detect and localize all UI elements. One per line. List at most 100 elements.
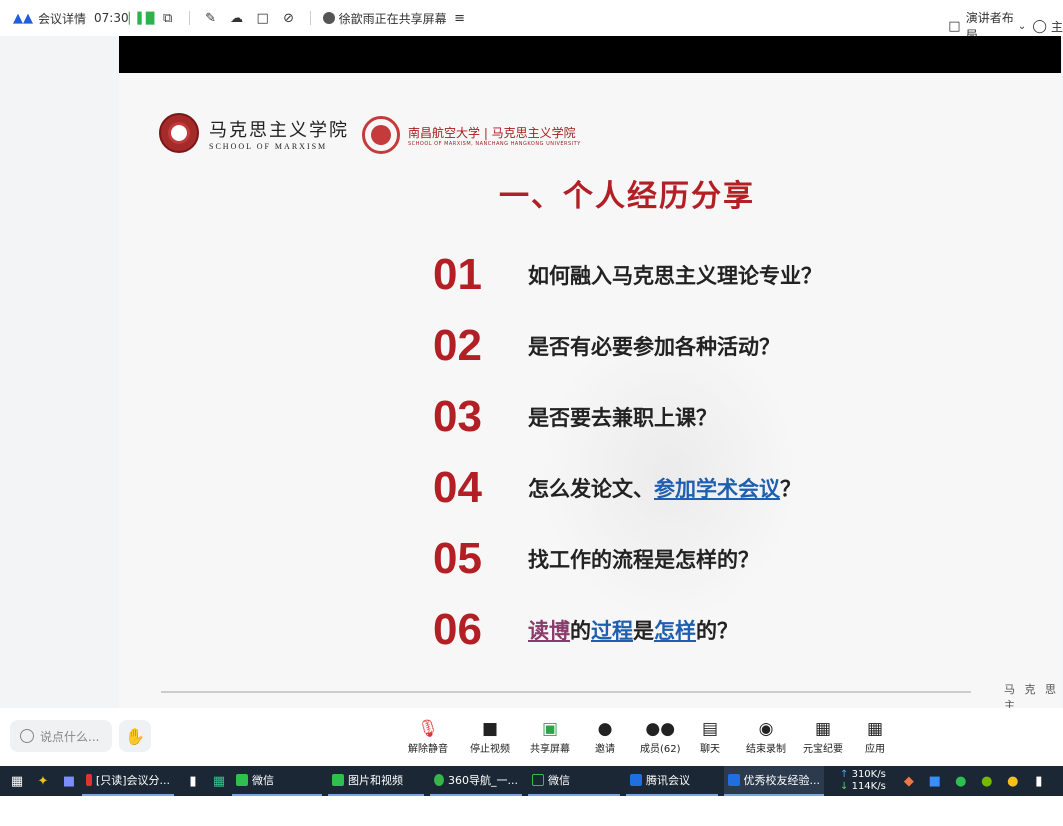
agenda-item: 06 读博的过程是怎样的？ bbox=[433, 605, 738, 655]
agenda-text-part: 怎么发论文、 bbox=[528, 477, 654, 501]
taskbar-task[interactable]: 图片和视频 bbox=[328, 766, 424, 796]
end-record-button[interactable]: ◉ 结束录制 bbox=[746, 718, 786, 755]
tray-nvidia-icon[interactable]: ● bbox=[978, 772, 996, 790]
sharer-status: 徐歆雨正在共享屏幕 bbox=[338, 11, 447, 26]
tray-security-icon[interactable]: ● bbox=[1004, 772, 1022, 790]
agenda-item: 04 怎么发论文、参加学术会议？ bbox=[433, 463, 801, 513]
members-icon: ●● bbox=[645, 719, 676, 739]
notes-app-icon[interactable]: ▮ bbox=[184, 772, 202, 790]
windows-taskbar: ▦ ✦ ■ [只读]会议分... ▮ ▦ 微信 图片和视频 360导航_一...… bbox=[0, 766, 1063, 796]
shield-icon[interactable]: ◯ bbox=[1032, 17, 1047, 35]
phd-link[interactable]: 读博 bbox=[528, 619, 570, 643]
apps-label: 应用 bbox=[865, 744, 885, 755]
shared-slide: 马克思主义学院 SCHOOL OF MARXISM 南昌航空大学 | 马克思主义… bbox=[119, 73, 1061, 708]
shared-screen-top-bar bbox=[119, 36, 1061, 73]
agenda-text-part: 是 bbox=[633, 619, 654, 643]
school-seal-icon bbox=[159, 113, 199, 153]
say-something-input[interactable]: 说点什么... bbox=[10, 720, 112, 752]
app-icon[interactable]: ✦ bbox=[34, 772, 52, 790]
taskbar-task-label: 优秀校友经验... bbox=[743, 774, 821, 787]
windows-start-icon[interactable]: ▦ bbox=[8, 772, 26, 790]
school-of-marxism-logo: 马克思主义学院 SCHOOL OF MARXISM bbox=[159, 113, 349, 153]
footer-divider bbox=[161, 691, 971, 693]
ai-app-icon[interactable]: ■ bbox=[60, 772, 78, 790]
agenda-text: 是否要去兼职上课？ bbox=[528, 406, 717, 430]
taskbar-task-label: [只读]会议分... bbox=[95, 774, 170, 787]
yuanbao-label: 元宝纪要 bbox=[803, 744, 843, 755]
unmute-button[interactable]: 🎙 解除静音 bbox=[408, 718, 448, 755]
how-link[interactable]: 怎样 bbox=[654, 619, 696, 643]
raise-hand-button[interactable]: ✋ bbox=[119, 720, 151, 752]
tencent-meeting-logo-icon: ▲▲ bbox=[13, 10, 33, 26]
agenda-number: 04 bbox=[433, 463, 482, 512]
left-gutter bbox=[0, 36, 119, 708]
invite-label: 邀请 bbox=[595, 744, 615, 755]
elapsed-time: 07:30 bbox=[94, 11, 129, 25]
taskbar-task[interactable]: 360导航_一... bbox=[430, 766, 522, 796]
taskbar-task[interactable]: 微信 bbox=[528, 766, 620, 796]
tencent-meeting-icon bbox=[728, 774, 740, 786]
hide-icon[interactable]: ⊘ bbox=[280, 9, 298, 27]
share-screen-button[interactable]: ▣ 共享屏幕 bbox=[530, 718, 570, 755]
agenda-text-part: 的 bbox=[570, 619, 591, 643]
agenda-text-part: ？ bbox=[780, 477, 801, 501]
tray-wechat-icon[interactable]: ● bbox=[952, 772, 970, 790]
university-seal-icon bbox=[362, 116, 400, 154]
apps-button[interactable]: ▦ 应用 bbox=[865, 718, 885, 755]
agenda-text: 如何融入马克思主义理论专业？ bbox=[528, 264, 822, 288]
notes-icon: ▦ bbox=[814, 719, 832, 739]
tray-mic-icon[interactable]: ▮ bbox=[1030, 772, 1048, 790]
agenda-number: 02 bbox=[433, 321, 482, 370]
signal-strength-icon[interactable]: ▏▌█ bbox=[129, 9, 154, 27]
members-button[interactable]: ●● 成员(62) bbox=[640, 718, 681, 755]
end-record-label: 结束录制 bbox=[746, 744, 786, 755]
university-logo: 南昌航空大学 | 马克思主义学院 SCHOOL OF MARXISM, NANC… bbox=[362, 116, 581, 154]
chat-button[interactable]: ▤ 聊天 bbox=[700, 718, 720, 755]
taskbar-task-label: 360导航_一... bbox=[448, 774, 518, 787]
agenda-text: 是否有必要参加各种活动？ bbox=[528, 335, 780, 359]
process-link[interactable]: 过程 bbox=[591, 619, 633, 643]
meeting-details-link[interactable]: 会议详情 bbox=[38, 10, 86, 27]
menu-icon[interactable]: ≡ bbox=[451, 9, 469, 27]
academic-conference-link[interactable]: 参加学术会议 bbox=[654, 477, 780, 501]
meeting-topbar: ▲▲ 会议详情 07:30 ▏▌█ ⧉ ✎ ☁ □ ⊘ 徐歆雨正在共享屏幕 ≡ … bbox=[0, 0, 1063, 42]
stop-video-label: 停止视频 bbox=[470, 744, 510, 755]
tray-meeting-icon[interactable]: ■ bbox=[926, 772, 944, 790]
taskbar-task-active[interactable]: 优秀校友经验... bbox=[724, 766, 824, 796]
calendar-app-icon[interactable]: ▦ bbox=[210, 772, 228, 790]
chat-icon: ▤ bbox=[701, 719, 719, 739]
camera-icon: ■ bbox=[481, 719, 499, 739]
yuanbao-notes-button[interactable]: ▦ 元宝纪要 bbox=[803, 718, 843, 755]
layout-icon[interactable]: □ bbox=[947, 17, 962, 35]
divider bbox=[309, 11, 311, 25]
unmute-label: 解除静音 bbox=[408, 744, 448, 755]
record-icon: ◉ bbox=[758, 719, 774, 739]
upload-arrow-icon: ↑ bbox=[840, 769, 849, 780]
agenda-item: 02 是否有必要参加各种活动？ bbox=[433, 321, 780, 371]
brush-off-icon[interactable]: ✎ bbox=[202, 9, 220, 27]
taskbar-task[interactable]: 腾讯会议 bbox=[626, 766, 718, 796]
agenda-number: 01 bbox=[433, 250, 482, 299]
stop-video-button[interactable]: ■ 停止视频 bbox=[470, 718, 510, 755]
tray-app-icon[interactable]: ◆ bbox=[900, 772, 918, 790]
emoji-icon bbox=[20, 729, 34, 743]
cloud-icon[interactable]: ☁ bbox=[228, 9, 246, 27]
share-screen-icon: ▣ bbox=[541, 719, 559, 739]
taskbar-task[interactable]: [只读]会议分... bbox=[82, 766, 174, 796]
invite-button[interactable]: ● 邀请 bbox=[595, 718, 615, 755]
taskbar-task[interactable]: 微信 bbox=[232, 766, 322, 796]
mic-muted-icon: 🎙 bbox=[417, 719, 439, 739]
logo1-en: SCHOOL OF MARXISM bbox=[209, 141, 328, 151]
translate-icon[interactable]: □ bbox=[254, 9, 272, 27]
chevron-down-icon[interactable]: ⌄ bbox=[1018, 21, 1026, 32]
agenda-text-part: 的？ bbox=[696, 619, 738, 643]
agenda-text: 怎么发论文、参加学术会议？ bbox=[528, 473, 801, 503]
slide-footer-text: 马 克 思 主 bbox=[1004, 683, 1059, 708]
popout-icon[interactable]: ⧉ bbox=[159, 9, 177, 27]
net-up: 310K/s bbox=[851, 769, 886, 780]
wechat-window-icon bbox=[532, 774, 544, 786]
meeting-controls-bar: 说点什么... ✋ 🎙 解除静音 ■ 停止视频 ▣ 共享屏幕 ● 邀请 ●● 成… bbox=[0, 708, 1063, 766]
taskbar-task-label: 腾讯会议 bbox=[646, 774, 690, 787]
members-label: 成员(62) bbox=[640, 744, 681, 755]
agenda-text: 找工作的流程是怎样的？ bbox=[528, 548, 759, 572]
